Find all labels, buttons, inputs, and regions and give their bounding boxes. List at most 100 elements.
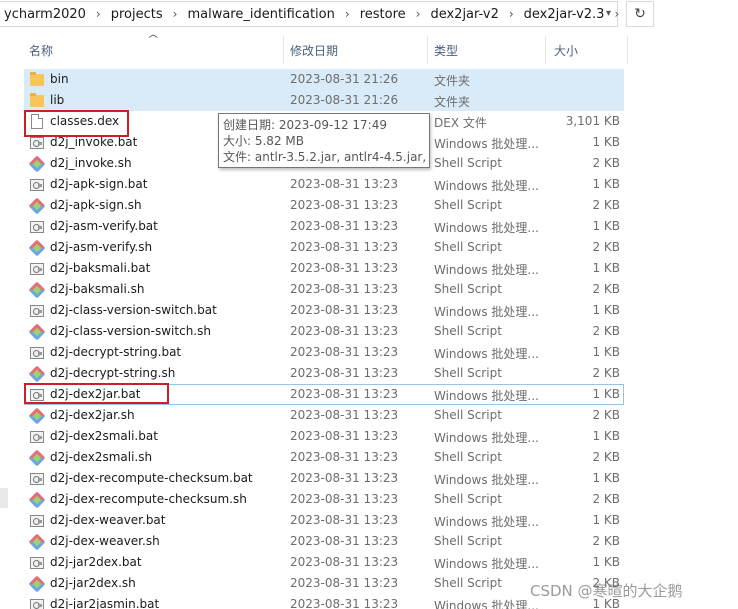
breadcrumb-segment[interactable]: dex2jar-v2.3 xyxy=(520,7,609,22)
file-size: 2 KB xyxy=(592,408,620,422)
file-name[interactable]: d2j-dex-weaver.bat xyxy=(50,513,166,527)
column-divider[interactable] xyxy=(427,36,428,64)
refresh-button[interactable]: ↻ xyxy=(626,1,654,27)
file-row[interactable]: lib 2023-08-31 21:26 文件夹 xyxy=(0,90,738,111)
address-dropdown-icon[interactable]: ▾ xyxy=(606,8,611,19)
file-date: 2023-08-31 13:23 xyxy=(290,450,399,464)
file-date: 2023-08-31 13:23 xyxy=(290,429,399,443)
breadcrumb-chevron-icon[interactable]: › xyxy=(90,7,107,21)
address-bar[interactable]: ycharm2020 › projects › malware_identificati… xyxy=(0,0,738,30)
file-name[interactable]: d2j-dex2smali.bat xyxy=(50,429,158,443)
file-row[interactable]: d2j-decrypt-string.sh 2023-08-31 13:23 She… xyxy=(0,363,738,384)
file-name[interactable]: d2j-baksmali.bat xyxy=(50,261,150,275)
file-type: Shell Script xyxy=(434,282,502,296)
file-row[interactable]: d2j-apk-sign.sh 2023-08-31 13:23 Shell Scr… xyxy=(0,195,738,216)
file-date: 2023-08-31 13:23 xyxy=(290,261,399,275)
file-type: Windows 批处理... xyxy=(434,221,539,235)
file-name[interactable]: d2j-class-version-switch.sh xyxy=(50,324,211,338)
file-name[interactable]: d2j-dex2smali.sh xyxy=(50,450,152,464)
column-header-type[interactable]: 类型 xyxy=(434,42,458,59)
breadcrumb-chevron-icon[interactable]: › xyxy=(167,7,184,21)
file-name[interactable]: d2j-jar2jasmin.bat xyxy=(50,597,159,609)
file-size: 1 KB xyxy=(592,387,620,401)
file-name[interactable]: d2j-dex2jar.sh xyxy=(50,408,135,422)
file-name[interactable]: d2j-decrypt-string.bat xyxy=(50,345,181,359)
file-row[interactable]: d2j-dex-recompute-checksum.bat 2023-08-31… xyxy=(0,468,738,489)
file-name[interactable]: d2j_invoke.sh xyxy=(50,156,132,170)
file-size: 2 KB xyxy=(592,156,620,170)
file-type: Windows 批处理... xyxy=(434,431,539,445)
file-name[interactable]: d2j-asm-verify.sh xyxy=(50,240,152,254)
file-name[interactable]: d2j_invoke.bat xyxy=(50,135,137,149)
file-row[interactable]: bin 2023-08-31 21:26 文件夹 xyxy=(0,69,738,90)
breadcrumb-chevron-icon[interactable]: › xyxy=(503,7,520,21)
file-row[interactable]: d2j-decrypt-string.bat 2023-08-31 13:23 Wi… xyxy=(0,342,738,363)
file-name[interactable]: d2j-baksmali.sh xyxy=(50,282,144,296)
column-divider[interactable] xyxy=(545,36,546,64)
file-row[interactable]: d2j-class-version-switch.sh 2023-08-31 13… xyxy=(0,321,738,342)
file-type: Windows 批处理... xyxy=(434,179,539,193)
file-row[interactable]: d2j-class-version-switch.bat 2023-08-31 1… xyxy=(0,300,738,321)
batch-file-icon xyxy=(30,221,44,233)
breadcrumb[interactable]: ycharm2020 › projects › malware_identificati… xyxy=(0,1,619,27)
file-size: 1 KB xyxy=(592,513,620,527)
column-header-date[interactable]: 修改日期 xyxy=(290,42,338,59)
file-name[interactable]: d2j-decrypt-string.sh xyxy=(50,366,175,380)
column-divider[interactable] xyxy=(627,36,628,64)
breadcrumb-segment[interactable]: malware_identification xyxy=(183,7,338,22)
file-row[interactable]: d2j-asm-verify.bat 2023-08-31 13:23 Window… xyxy=(0,216,738,237)
file-name[interactable]: bin xyxy=(50,72,69,86)
batch-file-icon xyxy=(30,179,44,191)
file-size: 2 KB xyxy=(592,282,620,296)
file-size: 1 KB xyxy=(592,177,620,191)
batch-file-icon xyxy=(30,431,44,443)
file-row[interactable]: d2j-asm-verify.sh 2023-08-31 13:23 Shell S… xyxy=(0,237,738,258)
tooltip-files: 文件: antlr-3.5.2.jar, antlr4-4.5.jar, ... xyxy=(223,150,425,164)
file-type: Shell Script xyxy=(434,366,502,380)
file-row[interactable]: d2j-apk-sign.bat 2023-08-31 13:23 Windows … xyxy=(0,174,738,195)
file-name[interactable]: d2j-dex-recompute-checksum.sh xyxy=(50,492,247,506)
file-name[interactable]: d2j-asm-verify.bat xyxy=(50,219,158,233)
file-date: 2023-08-31 13:23 xyxy=(290,177,399,191)
file-date: 2023-08-31 13:23 xyxy=(290,219,399,233)
file-name[interactable]: d2j-class-version-switch.bat xyxy=(50,303,217,317)
file-name[interactable]: lib xyxy=(50,93,64,107)
file-type: Shell Script xyxy=(434,492,502,506)
file-row[interactable]: d2j-baksmali.bat 2023-08-31 13:23 Windows … xyxy=(0,258,738,279)
column-header-name[interactable]: 名称 xyxy=(29,42,53,59)
breadcrumb-segment[interactable]: restore xyxy=(356,7,410,22)
breadcrumb-chevron-icon[interactable]: › xyxy=(339,7,356,21)
batch-file-icon xyxy=(30,473,44,485)
file-name[interactable]: d2j-jar2dex.sh xyxy=(50,576,136,590)
file-size: 1 KB xyxy=(592,555,620,569)
breadcrumb-segment[interactable]: projects xyxy=(107,7,167,22)
file-name[interactable]: d2j-dex-weaver.sh xyxy=(50,534,160,548)
file-size: 2 KB xyxy=(592,450,620,464)
folder-icon xyxy=(30,93,44,107)
file-row[interactable]: d2j-dex2smali.sh 2023-08-31 13:23 Shell Sc… xyxy=(0,447,738,468)
file-row[interactable]: d2j-jar2dex.bat 2023-08-31 13:23 Windows 批… xyxy=(0,552,738,573)
sort-ascending-icon: ^ xyxy=(146,34,160,45)
breadcrumb-segment[interactable]: dex2jar-v2 xyxy=(426,7,502,22)
column-header-size[interactable]: 大小 xyxy=(554,42,578,59)
column-divider[interactable] xyxy=(283,36,284,64)
tooltip-size: 大小: 5.82 MB xyxy=(223,134,304,148)
file-name[interactable]: d2j-apk-sign.sh xyxy=(50,198,142,212)
file-name[interactable]: d2j-apk-sign.bat xyxy=(50,177,147,191)
file-row[interactable]: d2j-baksmali.sh 2023-08-31 13:23 Shell Scr… xyxy=(0,279,738,300)
file-date: 2023-08-31 13:23 xyxy=(290,366,399,380)
file-row[interactable]: d2j-dex-weaver.bat 2023-08-31 13:23 Window… xyxy=(0,510,738,531)
breadcrumb-segment[interactable]: ycharm2020 xyxy=(0,7,90,22)
breadcrumb-chevron-icon[interactable]: › xyxy=(410,7,427,21)
file-size: 2 KB xyxy=(592,366,620,380)
file-name[interactable]: d2j-jar2dex.bat xyxy=(50,555,142,569)
file-row[interactable]: d2j-dex-weaver.sh 2023-08-31 13:23 Shell S… xyxy=(0,531,738,552)
file-row[interactable]: d2j-dex2smali.bat 2023-08-31 13:23 Windows… xyxy=(0,426,738,447)
file-type: Windows 批处理... xyxy=(434,305,539,319)
file-date: 2023-08-31 13:23 xyxy=(290,345,399,359)
file-row[interactable]: d2j-dex2jar.sh 2023-08-31 13:23 Shell Scri… xyxy=(0,405,738,426)
file-type: Windows 批处理... xyxy=(434,515,539,529)
file-name[interactable]: d2j-dex-recompute-checksum.bat xyxy=(50,471,253,485)
file-date: 2023-08-31 13:23 xyxy=(290,555,399,569)
file-row[interactable]: d2j-dex-recompute-checksum.sh 2023-08-31 … xyxy=(0,489,738,510)
